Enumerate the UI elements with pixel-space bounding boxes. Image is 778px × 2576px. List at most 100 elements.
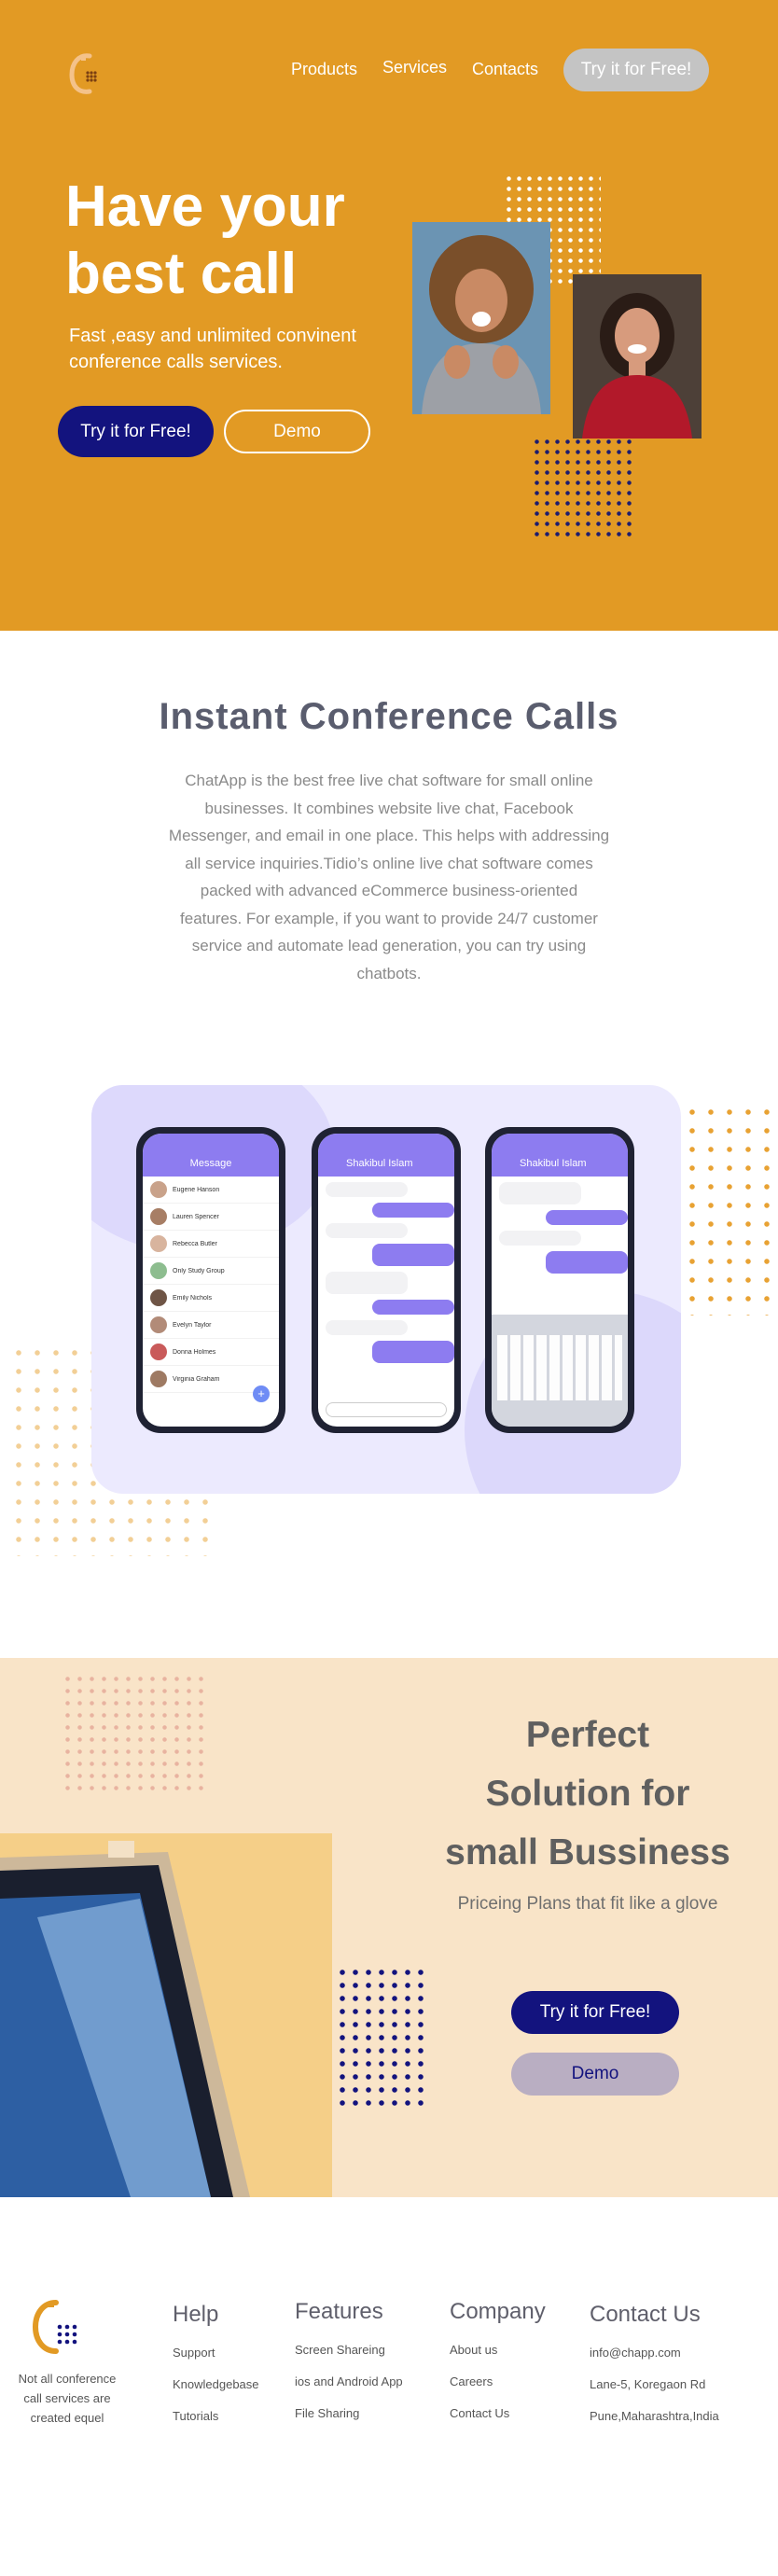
contact-row[interactable]: Evelyn Taylor — [143, 1312, 279, 1339]
contact-row[interactable]: Eugene Hanson — [143, 1177, 279, 1204]
instant-description: ChatApp is the best free live chat softw… — [149, 767, 629, 987]
chat-bubble-in — [326, 1182, 408, 1197]
footer-link[interactable]: ios and Android App — [295, 2366, 403, 2398]
footer-company-column: Company About us Careers Contact Us — [450, 2299, 546, 2430]
avatar — [150, 1344, 167, 1360]
footer-link[interactable]: Knowledgebase — [173, 2369, 259, 2401]
contact-name: Emily Nichols — [173, 1294, 213, 1302]
footer-contact-column: Contact Us info@chapp.com Lane-5, Korega… — [590, 2302, 719, 2432]
chat-bubble-in — [326, 1272, 408, 1294]
hero-try-free-button[interactable]: Try it for Free! — [58, 406, 214, 457]
message-input[interactable] — [326, 1402, 447, 1417]
new-message-icon[interactable]: + — [253, 1385, 270, 1402]
chat-bubble-out — [372, 1203, 454, 1218]
instant-line: chatbots. — [356, 964, 422, 982]
footer-link[interactable]: Tutorials — [173, 2401, 259, 2432]
hero-demo-button[interactable]: Demo — [224, 410, 370, 453]
contact-name: Rebecca Butler — [173, 1240, 217, 1247]
hero-section: Products Services Contacts Try it for Fr… — [0, 0, 778, 631]
footer-link[interactable]: Careers — [450, 2366, 546, 2398]
chat-bubble-in — [499, 1231, 581, 1246]
nav-services-link[interactable]: Services — [382, 58, 447, 77]
instant-line: service and automate lead generation, yo… — [191, 937, 587, 954]
solution-title-line-2: Solution for — [485, 1774, 690, 1814]
keyboard-keys[interactable] — [497, 1335, 622, 1400]
keyboard[interactable] — [492, 1315, 628, 1427]
contact-name: Lauren Spencer — [173, 1213, 219, 1220]
hero-subtitle: Fast ,easy and unlimited convinent confe… — [69, 323, 386, 375]
footer-link[interactable]: Screen Shareing — [295, 2334, 403, 2366]
phone-header: Shakibul Islam — [318, 1134, 454, 1177]
footer-address-line: Lane-5, Koregaon Rd — [590, 2377, 706, 2391]
contact-name: Eugene Hanson — [173, 1186, 220, 1193]
person-2-illustration — [573, 274, 702, 439]
footer-address-line: Pune,Maharashtra,India — [590, 2409, 719, 2423]
footer-email[interactable]: info@chapp.com — [590, 2337, 719, 2369]
instant-line: Messenger, and email in one place. This … — [168, 827, 610, 844]
avatar — [150, 1371, 167, 1387]
footer-company-heading: Company — [450, 2299, 546, 2324]
landing-page: Products Services Contacts Try it for Fr… — [0, 0, 778, 2576]
avatar — [150, 1181, 167, 1198]
footer-contact-heading: Contact Us — [590, 2302, 701, 2327]
contact-name: Only Study Group — [173, 1267, 225, 1274]
phone-header: Message — [143, 1134, 279, 1177]
laptop-illustration — [0, 1833, 332, 2197]
footer-link[interactable]: Support — [173, 2337, 259, 2369]
phone-chat: Shakibul Islam — [312, 1127, 461, 1433]
tagline-line: Not all conference — [18, 2372, 117, 2386]
contact-name: Evelyn Taylor — [173, 1321, 212, 1329]
solution-title-line-1: Perfect — [525, 1715, 650, 1755]
instant-line: packed with advanced eCommerce business-… — [200, 882, 578, 899]
footer-logo-icon[interactable] — [32, 2299, 84, 2355]
contact-name: Virginia Graham — [173, 1375, 220, 1383]
footer-features-heading: Features — [295, 2299, 383, 2324]
chat-bubble-out — [372, 1341, 454, 1363]
chat-bubble-out — [372, 1300, 454, 1315]
chat-bubble-out — [372, 1244, 454, 1266]
hero-subtitle-line-1: Fast ,easy and unlimited convinent — [69, 326, 356, 346]
phone-message-list: Message Eugene Hanson Lauren Spencer Reb… — [136, 1127, 285, 1433]
solution-demo-button[interactable]: Demo — [511, 2053, 679, 2096]
contact-row[interactable]: Only Study Group — [143, 1258, 279, 1285]
tagline-line: created equel — [30, 2411, 104, 2425]
contact-row[interactable]: Rebecca Butler — [143, 1231, 279, 1258]
contact-row[interactable]: Lauren Spencer — [143, 1204, 279, 1231]
footer-help-column: Help Support Knowledgebase Tutorials — [173, 2302, 259, 2432]
avatar — [150, 1262, 167, 1279]
instant-line: businesses. It combines website live cha… — [204, 799, 574, 817]
chat-bubble-in — [499, 1182, 581, 1204]
dot-pattern-pink — [62, 1673, 205, 1790]
phone-keyboard: Shakibul Islam — [485, 1127, 634, 1433]
logo-icon[interactable] — [69, 52, 101, 95]
nav-products-link[interactable]: Products — [291, 60, 357, 79]
footer-tagline: Not all conference call services are cre… — [7, 2369, 127, 2428]
solution-try-free-button[interactable]: Try it for Free! — [511, 1991, 679, 2034]
hero-title-line-1: Have your — [65, 174, 345, 239]
dot-pattern-navy — [532, 437, 632, 541]
hero-title-line-2: best call — [65, 242, 298, 306]
contact-row[interactable]: Emily Nichols — [143, 1285, 279, 1312]
instant-line: features. For example, if you want to pr… — [180, 909, 598, 927]
footer-link[interactable]: About us — [450, 2334, 546, 2366]
nav-try-free-button[interactable]: Try it for Free! — [563, 49, 709, 91]
dot-pattern-navy-2 — [336, 1966, 425, 2111]
contact-row[interactable]: Donna Holmes — [143, 1339, 279, 1366]
nav-contacts-link[interactable]: Contacts — [472, 60, 538, 79]
phone-header: Shakibul Islam — [492, 1134, 628, 1177]
chat-bubble-in — [326, 1223, 408, 1238]
hero-subtitle-line-2: conference calls services. — [69, 352, 283, 372]
person-photo-2 — [573, 274, 702, 439]
dot-pattern-orange-right — [683, 1103, 778, 1316]
footer-link[interactable]: Contact Us — [450, 2398, 546, 2430]
avatar — [150, 1235, 167, 1252]
avatar — [150, 1289, 167, 1306]
solution-subtitle: Priceing Plans that fit like a glove — [457, 1894, 718, 1914]
solution-title: Perfect Solution for small Bussiness — [438, 1706, 737, 1882]
chat-bubble-in — [326, 1320, 408, 1335]
instant-line: ChatApp is the best free live chat softw… — [185, 772, 593, 789]
footer-features-column: Features Screen Shareing ios and Android… — [295, 2299, 403, 2430]
footer-help-heading: Help — [173, 2302, 219, 2327]
avatar — [150, 1208, 167, 1225]
footer-link[interactable]: File Sharing — [295, 2398, 403, 2430]
